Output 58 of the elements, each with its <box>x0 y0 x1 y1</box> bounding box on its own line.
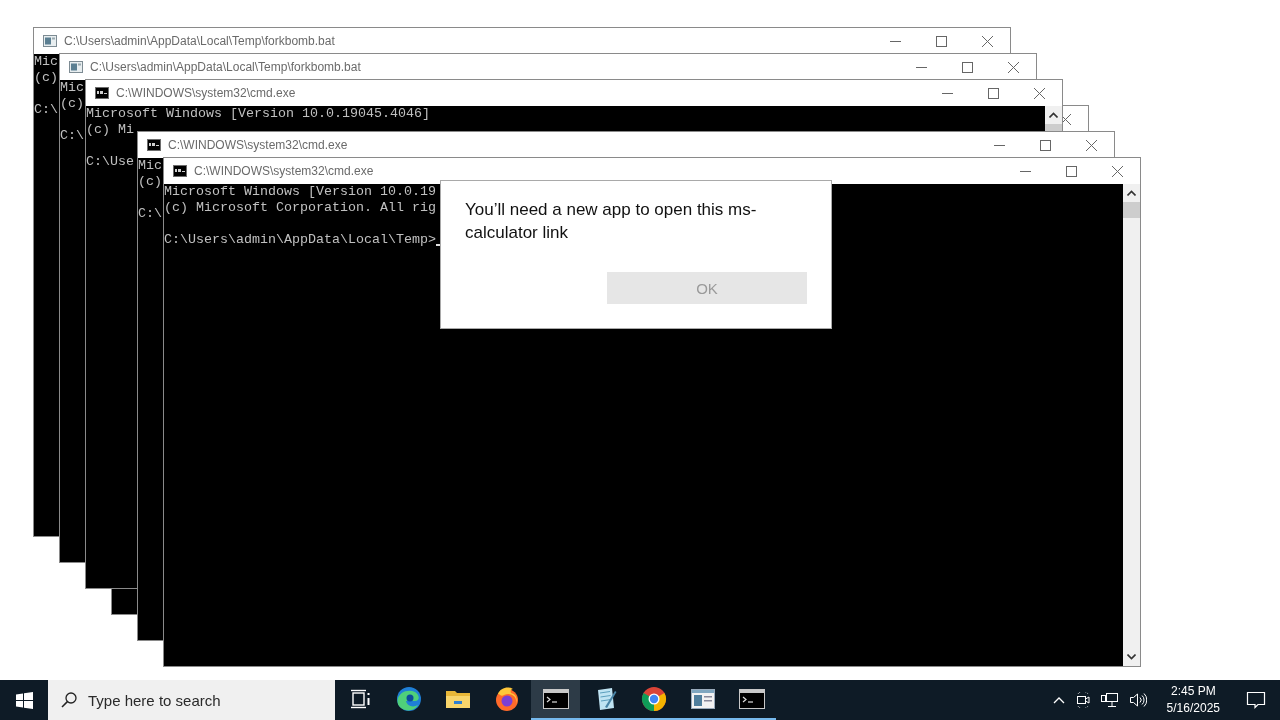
close-icon[interactable] <box>981 35 993 47</box>
console-line: Microsoft Windows [Version 10.0.19045.4046] <box>86 106 430 122</box>
task-view-icon <box>348 688 371 710</box>
wave-icon <box>395 686 422 712</box>
clock-date[interactable]: 5/16/2025 <box>1166 700 1220 717</box>
dialog-message: You’ll need a new app to open this ms-calculator link <box>465 199 758 244</box>
terminal-icon <box>173 165 187 177</box>
console-line: C:\Use <box>86 154 134 170</box>
notification-icon[interactable] <box>1246 691 1266 709</box>
search-field[interactable]: Type here to search <box>48 680 335 720</box>
console-line: C:\ <box>138 206 162 222</box>
flame-globe-icon <box>493 686 520 712</box>
batch-file-icon <box>43 35 57 47</box>
start-icon[interactable] <box>15 691 33 709</box>
ring-icon <box>640 686 667 712</box>
batch-file-icon <box>69 61 83 73</box>
scrollbar[interactable] <box>1123 184 1140 666</box>
console-line: (c) <box>60 96 84 112</box>
console-line: (c) <box>34 70 58 86</box>
close-icon[interactable] <box>1033 87 1045 99</box>
scroll-thumb[interactable] <box>1123 202 1140 218</box>
console-line: (c) Microsoft Corporation. All rig <box>164 200 436 216</box>
search-icon <box>61 692 77 708</box>
terminal-icon <box>542 689 569 709</box>
close-icon[interactable] <box>1111 165 1123 177</box>
maximize-icon[interactable] <box>987 87 999 99</box>
terminal-icon <box>738 689 765 709</box>
console-line: Mic <box>34 54 58 70</box>
console-line: (c) Mi <box>86 122 134 138</box>
window-title: C:\Users\admin\AppData\Local\Temp\forkbomb.bat <box>90 60 361 74</box>
window-title: C:\WINDOWS\system32\cmd.exe <box>168 138 348 152</box>
console-line: (c) <box>138 174 162 190</box>
console-line: Microsoft Windows [Version 10.0.19 <box>164 184 436 200</box>
console-line: C:\Users\admin\AppData\Local\Temp> <box>164 232 436 248</box>
console-line: C:\ <box>60 128 84 144</box>
maximize-icon[interactable] <box>1039 139 1051 151</box>
maximize-icon[interactable] <box>935 35 947 47</box>
maximize-icon[interactable] <box>961 61 973 73</box>
window-icon <box>690 689 715 709</box>
clock-time[interactable]: 2:45 PM <box>1170 683 1216 700</box>
window-title: C:\WINDOWS\system32\cmd.exe <box>116 86 296 100</box>
console-line: Mic <box>60 80 84 96</box>
console-line: C:\ <box>34 102 58 118</box>
network-icon[interactable] <box>1100 692 1119 708</box>
close-icon[interactable] <box>1085 139 1097 151</box>
chevron-up-icon[interactable] <box>1052 696 1065 704</box>
window-title: C:\WINDOWS\system32\cmd.exe <box>194 164 374 178</box>
terminal-icon <box>147 139 161 151</box>
console-line: Mic <box>138 158 162 174</box>
window-title: C:\Users\admin\AppData\Local\Temp\forkbomb.bat <box>64 34 335 48</box>
close-icon[interactable] <box>1007 61 1019 73</box>
taskbar-button[interactable] <box>531 680 580 720</box>
speaker-icon[interactable] <box>1128 692 1147 708</box>
scroll-thumb[interactable] <box>1045 124 1062 131</box>
camera-icon[interactable] <box>1074 692 1091 708</box>
terminal-icon <box>95 87 109 99</box>
maximize-icon[interactable] <box>1065 165 1077 177</box>
folder-icon <box>444 688 471 710</box>
